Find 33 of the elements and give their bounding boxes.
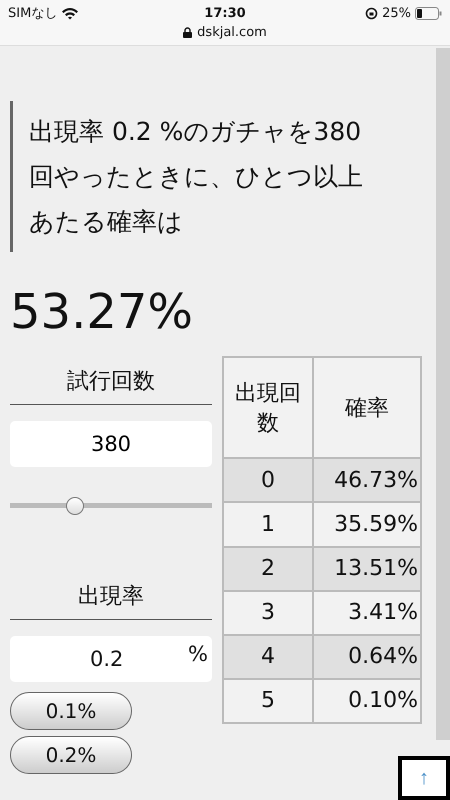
table-cell: 3.41% bbox=[313, 590, 421, 635]
table-cell: 0.10% bbox=[313, 678, 421, 723]
rate-input[interactable]: 0.2 % bbox=[10, 636, 212, 682]
rotation-lock-icon bbox=[365, 6, 378, 20]
column-header: 確率 bbox=[313, 357, 421, 458]
url[interactable]: dskjal.com bbox=[197, 25, 267, 40]
table-cell: 0 bbox=[223, 458, 313, 502]
question-text: 出現率 0.2 %のガチャを380 回やったときに、ひとつ以上あたる確率は bbox=[10, 101, 400, 252]
table-cell: 4 bbox=[223, 634, 313, 679]
scroll-top-button[interactable]: ↑ bbox=[398, 756, 450, 800]
table-cell: 35.59% bbox=[313, 502, 421, 547]
preset-button[interactable]: 0.2% bbox=[10, 736, 132, 774]
trials-label: 試行回数 bbox=[10, 362, 212, 405]
battery-icon bbox=[414, 6, 442, 20]
carrier: SIMなし bbox=[8, 5, 58, 22]
battery-percent: 25% bbox=[382, 6, 411, 20]
column-header: 出現回数 bbox=[223, 357, 313, 458]
table-cell: 5 bbox=[223, 678, 313, 723]
wifi-icon bbox=[61, 6, 80, 20]
trials-input[interactable]: 380 bbox=[10, 421, 212, 467]
table-cell: 3 bbox=[223, 590, 313, 635]
slider-thumb[interactable] bbox=[66, 497, 84, 515]
table-cell: 0.64% bbox=[313, 634, 421, 679]
table-cell: 13.51% bbox=[313, 546, 421, 591]
scrollbar[interactable] bbox=[436, 48, 450, 740]
lock-icon bbox=[183, 27, 192, 38]
table-cell: 46.73% bbox=[313, 458, 421, 502]
rate-label: 出現率 bbox=[10, 577, 212, 620]
clock: 17:30 bbox=[204, 6, 246, 20]
table-cell: 1 bbox=[223, 502, 313, 547]
result-probability: 53.27% bbox=[10, 283, 194, 342]
table-cell: 2 bbox=[223, 546, 313, 591]
preset-button[interactable]: 0.1% bbox=[10, 692, 132, 730]
